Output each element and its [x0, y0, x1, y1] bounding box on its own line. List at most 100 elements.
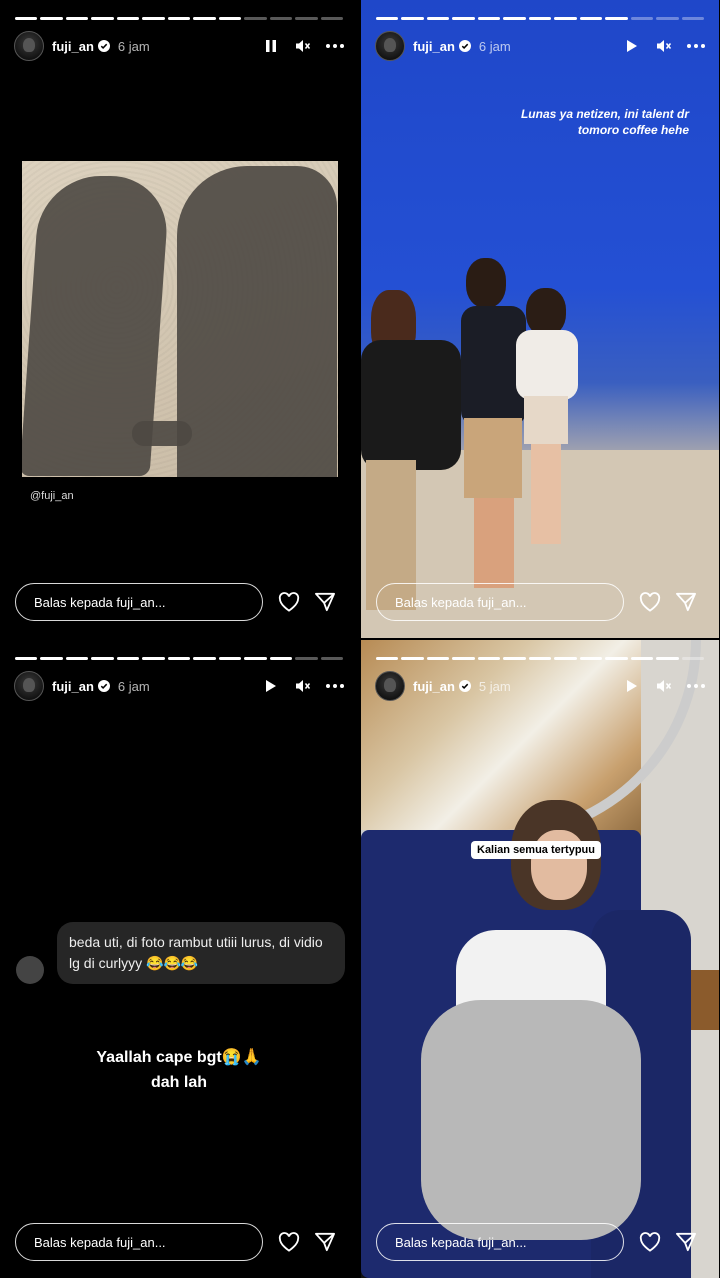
progress-segment [681, 17, 705, 20]
story-panel-4[interactable]: fuji_an 5 jam Kalian semua tertypuu Bala… [361, 640, 719, 1278]
reply-input[interactable]: Balas kepada fuji_an... [15, 1223, 263, 1261]
story-header: fuji_an 6 jam [14, 30, 344, 62]
verified-badge-icon [97, 680, 110, 692]
mute-icon[interactable] [294, 677, 312, 695]
play-icon[interactable] [623, 677, 641, 695]
progress-segment [244, 17, 267, 20]
progress-segment [244, 657, 267, 660]
story-panel-2[interactable]: fuji_an 6 jam Lunas ya netizen, ini tale… [361, 0, 719, 638]
progress-segment [656, 657, 679, 660]
progress-segment [15, 17, 38, 20]
person-girl [516, 288, 586, 548]
story-footer: Balas kepada fuji_an... [376, 1222, 704, 1262]
username[interactable]: fuji_an [52, 39, 94, 54]
progress-segment [320, 17, 344, 20]
avatar[interactable] [375, 31, 405, 61]
reply-input[interactable]: Balas kepada fuji_an... [376, 583, 624, 621]
progress-segment [142, 657, 165, 660]
progress-segment [40, 17, 63, 20]
mute-icon[interactable] [655, 37, 673, 55]
progress-segment [65, 17, 89, 20]
progress-segment [65, 657, 89, 660]
play-icon[interactable] [262, 677, 280, 695]
verified-badge-icon [458, 680, 471, 692]
send-icon[interactable] [313, 590, 337, 614]
send-icon[interactable] [674, 590, 698, 614]
username[interactable]: fuji_an [52, 679, 94, 694]
progress-segment [426, 657, 450, 660]
progress-segment [167, 17, 191, 20]
progress-segment [503, 657, 526, 660]
story-progress-bar [15, 17, 344, 20]
progress-segment [503, 17, 526, 20]
progress-segment [630, 657, 654, 660]
progress-segment [401, 17, 424, 20]
more-icon[interactable] [687, 37, 705, 55]
send-icon[interactable] [313, 1230, 337, 1254]
mention-sticker[interactable]: @fuji_an [30, 490, 74, 502]
progress-segment [477, 17, 501, 20]
progress-segment [656, 17, 679, 20]
progress-segment [681, 657, 705, 660]
progress-segment [554, 17, 577, 20]
person-stylist [361, 290, 461, 620]
comment-bubble: beda uti, di foto rambut utiii lurus, di… [57, 922, 345, 984]
reply-input[interactable]: Balas kepada fuji_an... [376, 1223, 624, 1261]
progress-segment [528, 657, 552, 660]
pause-icon[interactable] [262, 37, 280, 55]
progress-segment [91, 17, 114, 20]
progress-segment [477, 657, 501, 660]
grey-pants [421, 1000, 641, 1240]
post-time: 6 jam [117, 678, 150, 694]
username[interactable]: fuji_an [413, 679, 455, 694]
verified-badge-icon [458, 40, 471, 52]
progress-segment [605, 17, 628, 20]
heart-icon[interactable] [277, 590, 301, 614]
progress-segment [320, 657, 344, 660]
progress-segment [193, 657, 216, 660]
mute-icon[interactable] [294, 37, 312, 55]
avatar[interactable] [14, 671, 44, 701]
heart-icon[interactable] [638, 1230, 662, 1254]
progress-segment [167, 657, 191, 660]
progress-segment [295, 17, 318, 20]
progress-segment [91, 657, 114, 660]
reply-input[interactable]: Balas kepada fuji_an... [15, 583, 263, 621]
heart-icon[interactable] [277, 1230, 301, 1254]
more-icon[interactable] [687, 677, 705, 695]
progress-segment [528, 17, 552, 20]
story-header: fuji_an 5 jam [375, 670, 705, 702]
progress-segment [630, 17, 654, 20]
progress-segment [218, 17, 242, 20]
story-tag-text: Kalian semua tertypuu [471, 841, 601, 859]
progress-segment [116, 17, 140, 20]
mute-icon[interactable] [655, 677, 673, 695]
username[interactable]: fuji_an [413, 39, 455, 54]
progress-segment [579, 17, 603, 20]
send-icon[interactable] [674, 1230, 698, 1254]
verified-badge-icon [97, 40, 110, 52]
progress-segment [295, 657, 318, 660]
avatar[interactable] [14, 31, 44, 61]
progress-segment [452, 657, 475, 660]
story-progress-bar [376, 657, 705, 660]
more-icon[interactable] [326, 37, 344, 55]
play-icon[interactable] [623, 37, 641, 55]
progress-segment [142, 17, 165, 20]
avatar[interactable] [375, 671, 405, 701]
heart-icon[interactable] [638, 590, 662, 614]
story-caption: Lunas ya netizen, ini talent dr tomoro c… [520, 107, 689, 137]
post-time: 5 jam [478, 678, 511, 694]
progress-segment [40, 657, 63, 660]
story-footer: Balas kepada fuji_an... [376, 582, 704, 622]
progress-segment [116, 657, 140, 660]
story-panel-1[interactable]: fuji_an 6 jam @fuji_an Balas kepada fuji… [0, 0, 358, 638]
progress-segment [269, 17, 293, 20]
progress-segment [15, 657, 38, 660]
progress-segment [193, 17, 216, 20]
more-icon[interactable] [326, 677, 344, 695]
story-header: fuji_an 6 jam [375, 30, 705, 62]
progress-segment [605, 657, 628, 660]
progress-segment [426, 17, 450, 20]
story-photo-shadows [22, 161, 338, 477]
